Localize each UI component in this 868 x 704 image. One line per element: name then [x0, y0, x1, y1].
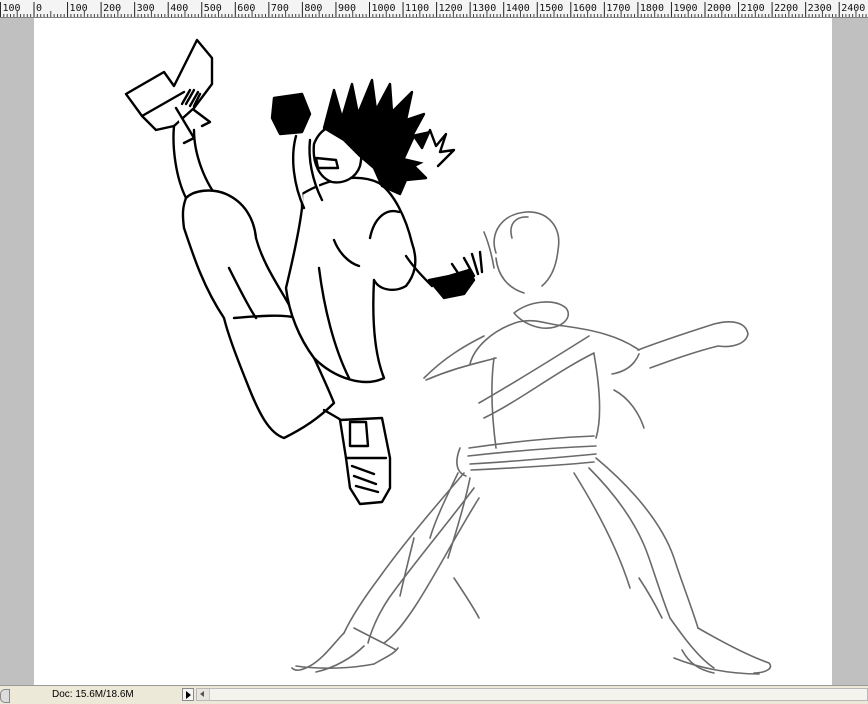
- ruler-tick-label: 1000: [372, 3, 396, 14]
- ruler-tick-label: 600: [237, 3, 255, 14]
- artwork-image: [124, 38, 772, 675]
- horizontal-ruler[interactable]: 100 0 100 200 300 400 500 600 700 800 900 1000 1100 1…: [0, 0, 868, 18]
- play-arrow-icon: [186, 691, 191, 699]
- ruler-tick-label: 500: [204, 3, 222, 14]
- ruler-tick-label: 400: [170, 3, 188, 14]
- status-panel-edge-icon[interactable]: [0, 689, 10, 703]
- document-canvas[interactable]: [34, 18, 832, 685]
- ruler-tick-label: 1800: [640, 3, 664, 14]
- ruler-tick-label: 2000: [707, 3, 731, 14]
- ruler-tick-label: 1600: [573, 3, 597, 14]
- ruler-tick-label: 2100: [741, 3, 765, 14]
- status-bar: Doc: 15.6M/18.6M: [0, 685, 868, 704]
- ruler-tick-label: 1700: [606, 3, 630, 14]
- horizontal-scrollbar[interactable]: [196, 688, 868, 701]
- document-size-info: Doc: 15.6M/18.6M: [52, 689, 134, 700]
- ruler-tick-label: 200: [103, 3, 121, 14]
- ruler-tick-label: 800: [304, 3, 322, 14]
- ruler-tick-label: 100: [70, 3, 88, 14]
- canvas-workspace[interactable]: [0, 18, 868, 685]
- ruler-tick-label: 100: [2, 3, 20, 14]
- ruler-tick-label: 700: [271, 3, 289, 14]
- ruler-tick-label: 1200: [439, 3, 463, 14]
- ruler-tick-label: 1900: [673, 3, 697, 14]
- status-menu-button[interactable]: [182, 688, 194, 701]
- ruler-tick-label: 2400: [841, 3, 865, 14]
- ruler-tick-label: 0: [36, 3, 42, 14]
- ruler-tick-label: 1300: [472, 3, 496, 14]
- ruler-ticks: 100 0 100 200 300 400 500 600 700 800 900 1000 1100 1…: [0, 2, 867, 17]
- scroll-left-arrow-icon: [200, 691, 204, 697]
- ruler-tick-label: 1400: [506, 3, 530, 14]
- inked-kicking-figure: [124, 38, 484, 506]
- ruler-tick-label: 300: [137, 3, 155, 14]
- ruler-tick-label: 900: [338, 3, 356, 14]
- ruler-tick-label: 2300: [808, 3, 832, 14]
- ruler-tick-label: 1100: [405, 3, 429, 14]
- ruler-tick-label: 2200: [774, 3, 798, 14]
- ruler-tick-label: 1500: [539, 3, 563, 14]
- scroll-left-button[interactable]: [197, 689, 210, 700]
